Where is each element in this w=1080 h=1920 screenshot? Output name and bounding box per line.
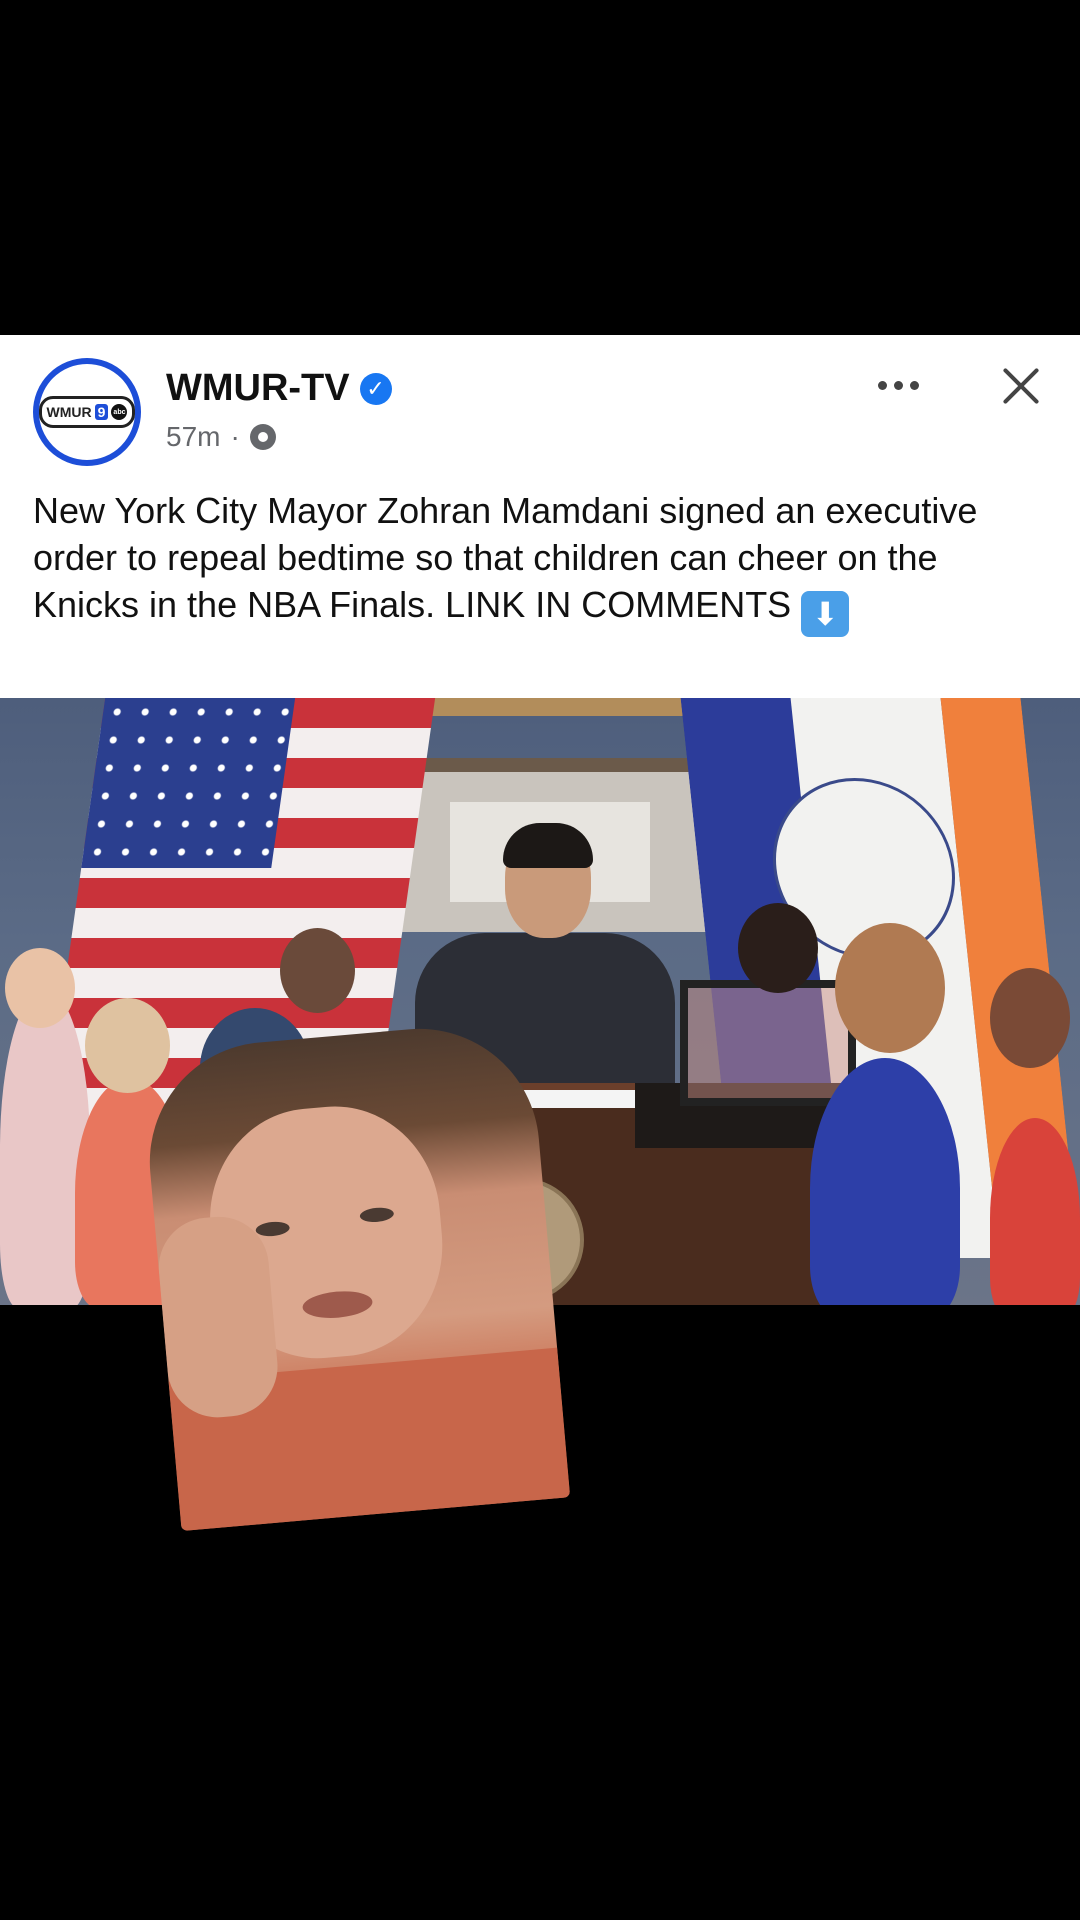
post-time[interactable]: 57m	[166, 421, 220, 453]
child-head	[835, 923, 945, 1053]
post-caption: New York City Mayor Zohran Mamdani signe…	[33, 487, 1043, 637]
creator-video-overlay[interactable]	[139, 1018, 571, 1532]
logo-network: abc	[111, 404, 128, 420]
child-head	[5, 948, 75, 1028]
us-flag-canton	[81, 698, 296, 868]
more-options-icon-dot	[893, 380, 903, 390]
close-button[interactable]	[995, 360, 1045, 410]
more-options-icon-dot	[909, 380, 919, 390]
more-options-button[interactable]	[868, 360, 928, 410]
more-options-icon	[877, 380, 887, 390]
creator-eye	[255, 1220, 291, 1238]
wmur-logo: WMUR 9 abc	[38, 396, 136, 428]
child-head	[738, 903, 818, 993]
child-head	[990, 968, 1070, 1068]
logo-text: WMUR	[46, 404, 92, 420]
verified-badge-icon: ✓	[359, 372, 392, 405]
post-meta: 57m ·	[166, 421, 276, 453]
author-name[interactable]: WMUR-TV	[166, 367, 350, 410]
creator-hand	[154, 1212, 282, 1422]
page-avatar[interactable]: WMUR 9 abc	[33, 358, 141, 466]
gear-icon	[249, 424, 276, 450]
child-head	[280, 928, 355, 1013]
author-row: WMUR-TV ✓	[166, 367, 392, 410]
child-head	[85, 998, 170, 1093]
meta-separator: ·	[230, 421, 240, 452]
child-figure	[990, 1118, 1080, 1305]
creator-eye	[359, 1206, 395, 1224]
display-case	[680, 980, 856, 1106]
down-arrow-emoji-icon: ⬇	[801, 591, 850, 637]
child-figure	[810, 1058, 960, 1305]
logo-channel-number: 9	[94, 404, 109, 420]
